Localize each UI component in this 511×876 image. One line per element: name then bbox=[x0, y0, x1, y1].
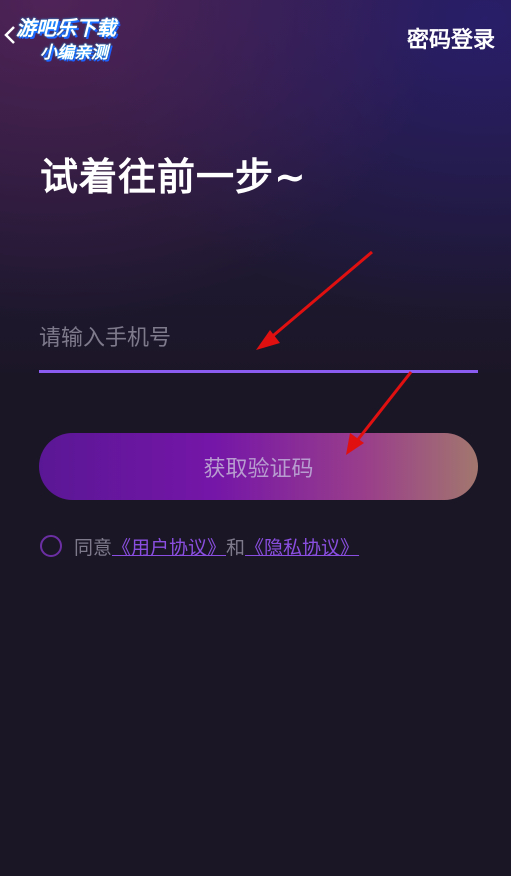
get-verification-code-button[interactable]: 获取验证码 bbox=[39, 433, 478, 500]
phone-field bbox=[39, 318, 478, 373]
watermark-line1: 游吧乐下载 bbox=[16, 16, 116, 40]
watermark-logo: 游吧乐下载 小编亲测 bbox=[10, 8, 150, 66]
password-login-link[interactable]: 密码登录 bbox=[407, 22, 495, 54]
agreement-prefix: 同意 bbox=[74, 536, 113, 559]
agreement-connector: 和 bbox=[226, 536, 246, 559]
phone-input[interactable] bbox=[39, 318, 478, 358]
user-agreement-link[interactable]: 《用户协议》 bbox=[112, 533, 226, 560]
agree-radio[interactable] bbox=[40, 535, 62, 557]
privacy-agreement-link[interactable]: 《隐私协议》 bbox=[245, 533, 359, 560]
watermark-line2: 小编亲测 bbox=[40, 43, 108, 63]
agreement-row: 同意 《用户协议》 和 《隐私协议》 bbox=[40, 532, 359, 560]
page-title: 试着往前一步~ bbox=[40, 155, 307, 199]
